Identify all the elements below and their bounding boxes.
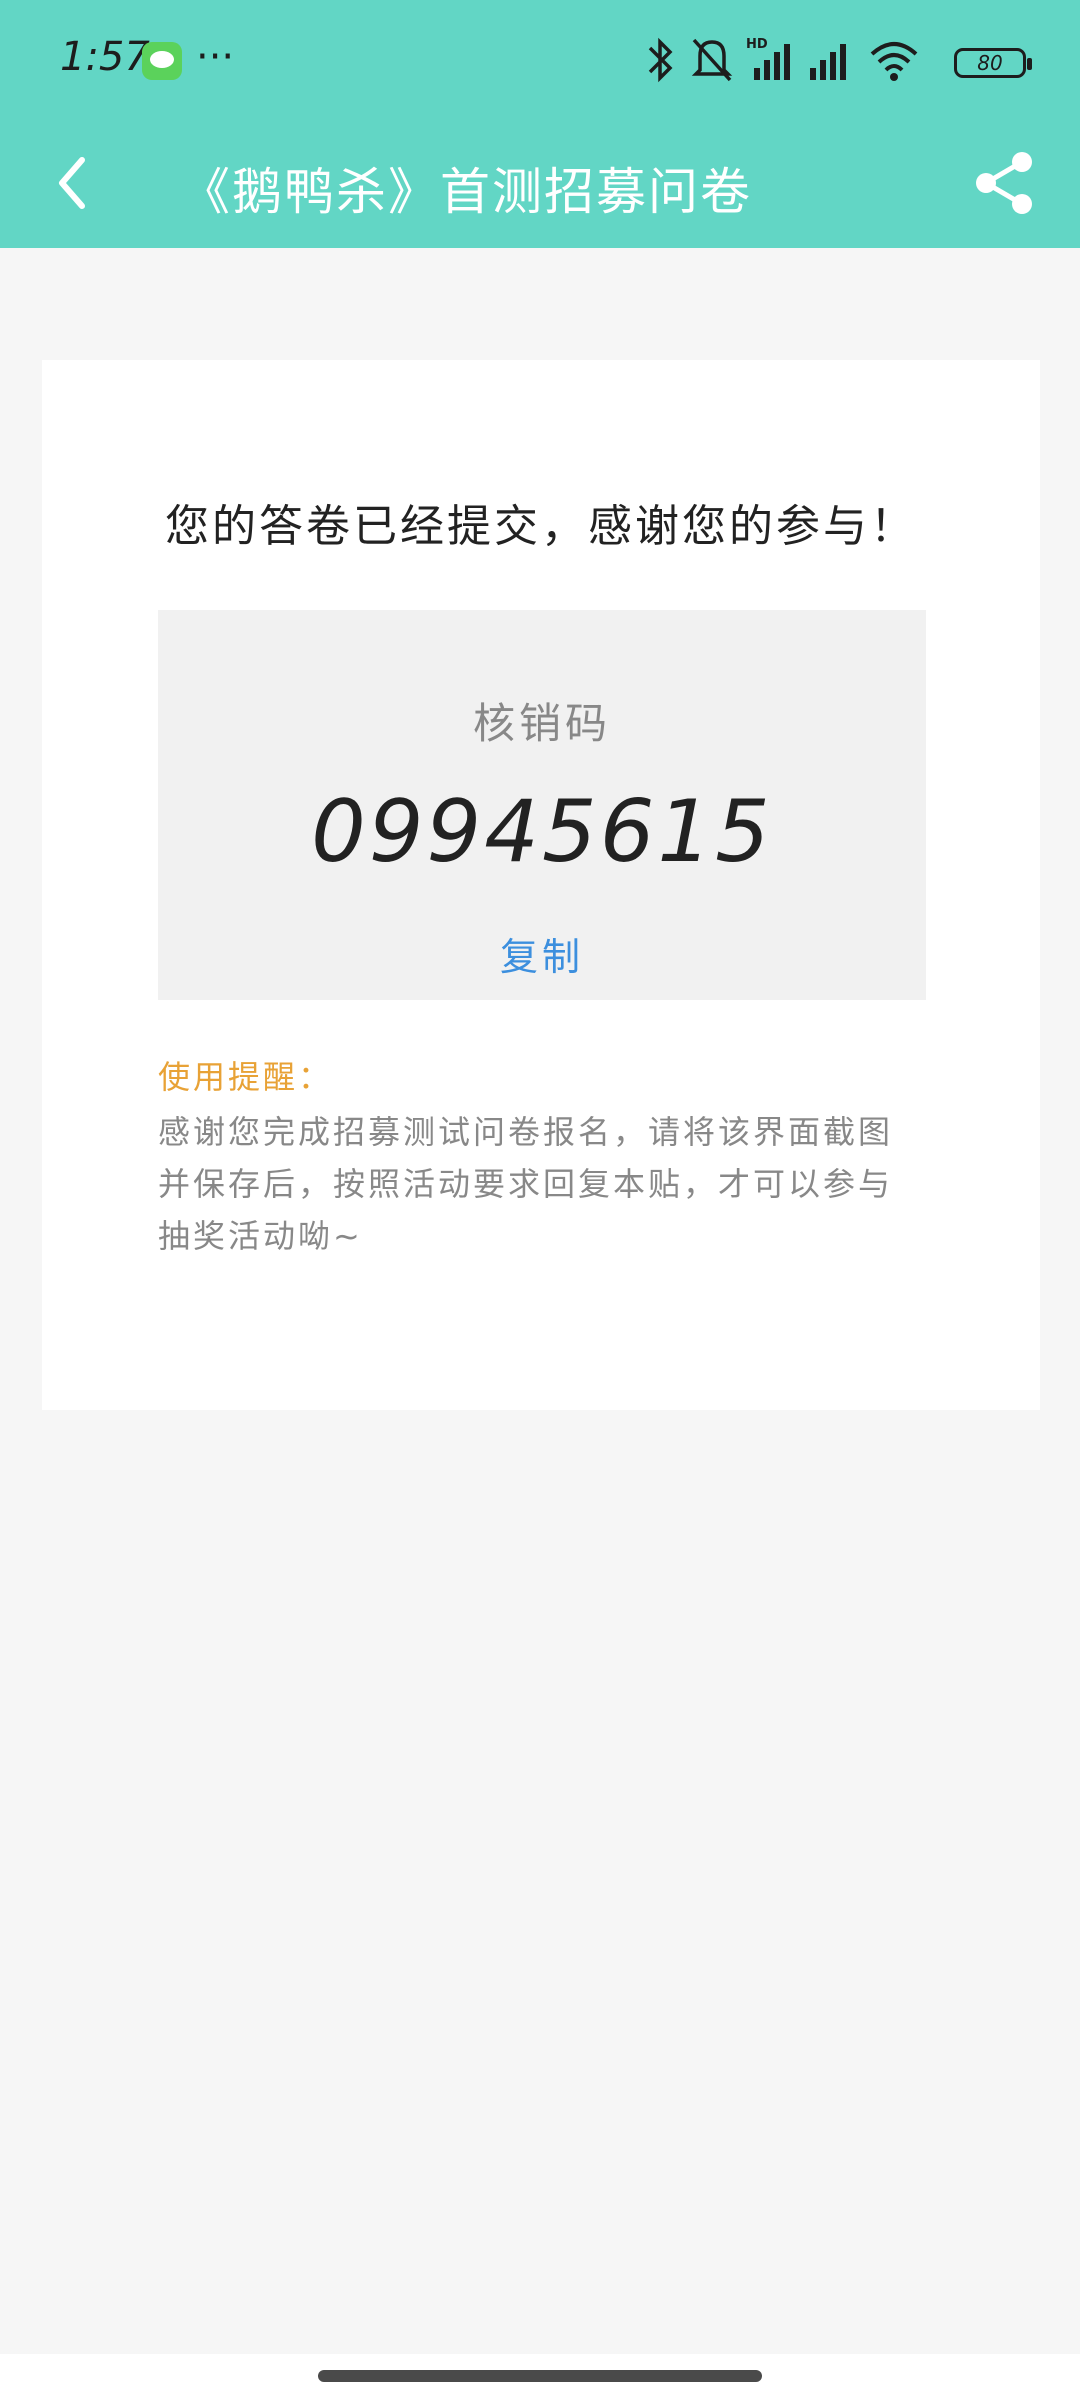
- copy-button[interactable]: 复制: [158, 926, 926, 981]
- wifi-icon: [870, 42, 918, 81]
- code-label: 核销码: [472, 699, 611, 748]
- code-value: 09945615: [311, 782, 773, 882]
- share-icon[interactable]: [970, 148, 1040, 218]
- top-header: 1:57 ··· HD 80 《鹅鸭杀》首测招募问卷: [0, 0, 1080, 248]
- back-arrow-icon[interactable]: [44, 148, 104, 218]
- signal-hd-icon: HD: [746, 37, 790, 80]
- status-bar: 1:57 ··· HD 80: [0, 0, 1080, 124]
- bluetooth-icon: [648, 37, 673, 83]
- status-time: 1:57: [60, 34, 150, 80]
- home-indicator[interactable]: [318, 2370, 762, 2382]
- tip-body: 感谢您完成招募测试问卷报名，请将该界面截图并保存后，按照活动要求回复本贴，才可以…: [158, 1113, 894, 1255]
- bell-muted-icon: [691, 38, 733, 82]
- status-icons: HD 80: [646, 34, 1032, 90]
- page-title: 《鹅鸭杀》首测招募问卷: [180, 163, 752, 221]
- result-card: 您的答卷已经提交，感谢您的参与！ 核销码 09945615 复制 使用提醒： 感…: [42, 360, 1040, 1410]
- more-notifications: ···: [196, 34, 235, 80]
- signal-icon: [810, 44, 846, 80]
- navigation-bar: 《鹅鸭杀》首测招募问卷: [0, 124, 1080, 248]
- verification-code-box: 核销码 09945615 复制: [158, 610, 926, 1000]
- wechat-icon: [142, 42, 182, 80]
- battery-icon: 80: [954, 48, 1032, 78]
- tip-title: 使用提醒：: [158, 1058, 334, 1096]
- svg-text:HD: HD: [746, 37, 768, 52]
- submit-success-message: 您的答卷已经提交，感谢您的参与！: [165, 501, 917, 552]
